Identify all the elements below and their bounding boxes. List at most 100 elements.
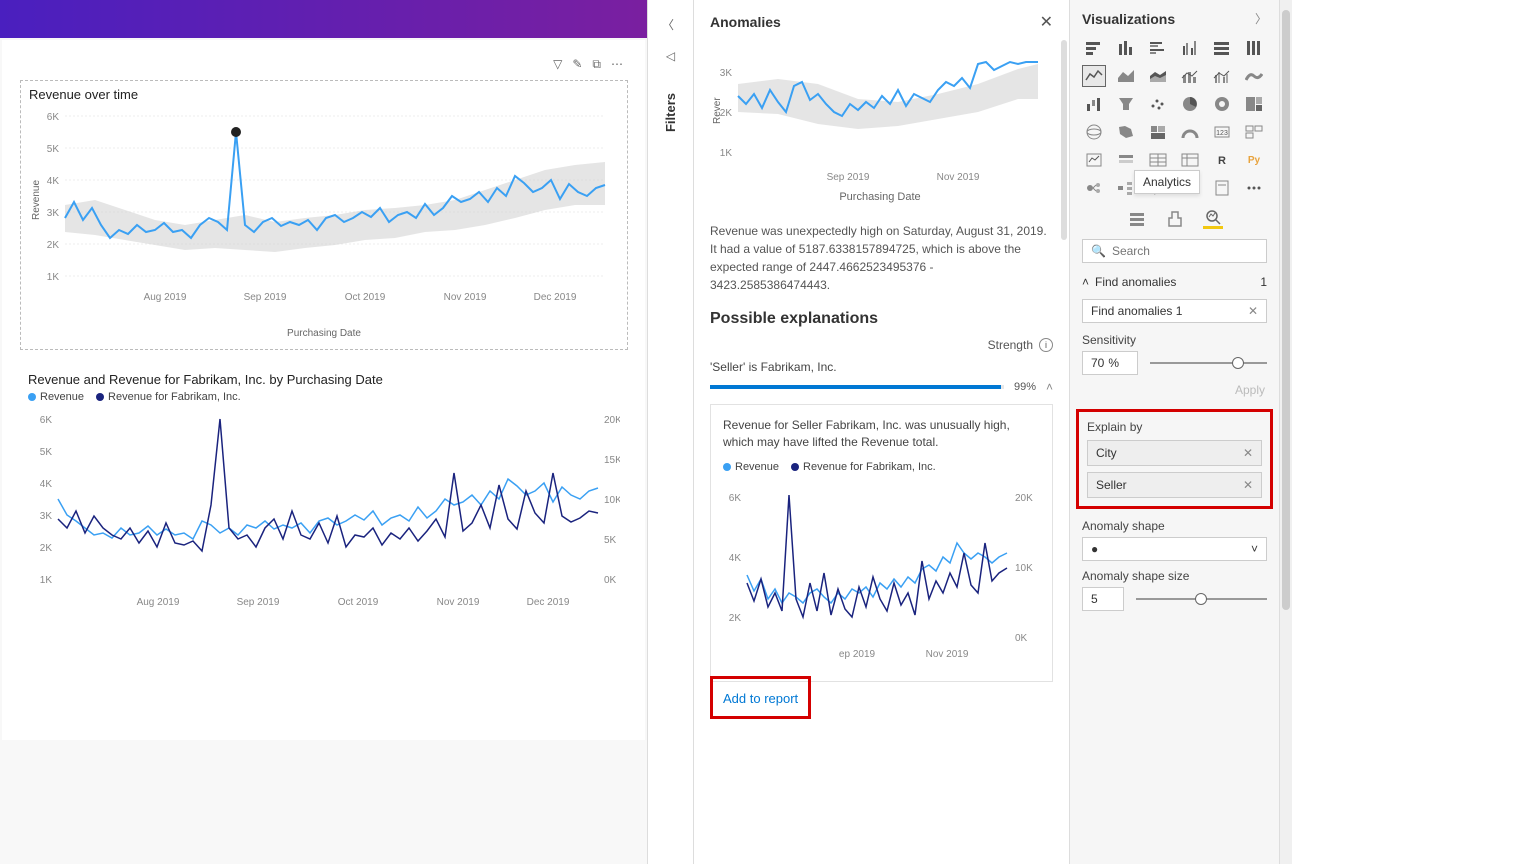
search-box[interactable]: 🔍 (1082, 239, 1267, 263)
visual-revenue-fabrikam[interactable]: Revenue and Revenue for Fabrikam, Inc. b… (20, 364, 628, 644)
fields-tab-icon[interactable] (1127, 209, 1147, 229)
pie-icon[interactable] (1178, 93, 1202, 115)
line-chart-icon[interactable] (1082, 65, 1106, 87)
visualizations-pane: Visualizations 〉 123 R Py (1070, 0, 1280, 864)
info-icon[interactable]: i (1039, 338, 1053, 352)
stacked-column-icon[interactable] (1114, 37, 1138, 59)
r-visual-icon[interactable]: R (1210, 149, 1234, 171)
add-to-report-highlight: Add to report (710, 676, 811, 719)
anomaly-size-input[interactable]: 5 (1082, 587, 1124, 611)
analytics-tab-icon[interactable] (1203, 209, 1223, 229)
svg-text:Sep 2019: Sep 2019 (244, 292, 287, 303)
svg-text:1K: 1K (40, 575, 53, 586)
funnel-icon[interactable] (1114, 93, 1138, 115)
add-to-report-link[interactable]: Add to report (723, 691, 798, 706)
format-tabs (1082, 209, 1267, 229)
more-visuals-icon[interactable] (1242, 177, 1266, 199)
svg-text:4K: 4K (47, 176, 60, 187)
svg-text:Nov 2019: Nov 2019 (444, 292, 487, 303)
visual-revenue-over-time[interactable]: ▽ ✎ ⧉ ⋯ Revenue over time Revenue 6K 5K … (20, 80, 628, 350)
svg-text:4K: 4K (40, 479, 53, 490)
explain-chip-seller[interactable]: Seller ✕ (1087, 472, 1262, 498)
anomaly-card-name[interactable]: Find anomalies 1 ✕ (1082, 299, 1267, 323)
scrollbar-thumb[interactable] (1282, 10, 1290, 610)
remove-icon[interactable]: ✕ (1243, 446, 1253, 460)
filter-icon[interactable]: ▽ (553, 57, 562, 72)
chevron-up-icon[interactable]: ˄ (1046, 380, 1053, 394)
slicer-icon[interactable] (1114, 149, 1138, 171)
report-header-bar (0, 0, 647, 38)
anomaly-size-slider[interactable] (1136, 598, 1267, 600)
gauge-icon[interactable] (1178, 121, 1202, 143)
matrix-icon[interactable] (1178, 149, 1202, 171)
collapse-icon[interactable]: 〈 (662, 16, 679, 33)
card-icon[interactable]: 123 (1210, 121, 1234, 143)
treemap-icon[interactable] (1242, 93, 1266, 115)
stacked-bar-icon[interactable] (1082, 37, 1106, 59)
clustered-column-icon[interactable] (1178, 37, 1202, 59)
anomaly-description: Revenue was unexpectedly high on Saturda… (710, 222, 1053, 294)
line-clustered-icon[interactable] (1210, 65, 1234, 87)
clustered-bar-icon[interactable] (1146, 37, 1170, 59)
chart1-svg: Revenue 6K 5K 4K 3K 2K 1K Aug 2019 (29, 106, 621, 326)
multi-card-icon[interactable] (1242, 121, 1266, 143)
search-input[interactable] (1112, 244, 1267, 258)
svg-text:10K: 10K (604, 495, 620, 506)
report-canvas: ▽ ✎ ⧉ ⋯ Revenue over time Revenue 6K 5K … (0, 0, 648, 864)
filters-pane-collapsed[interactable]: 〈 ◁ Filters (648, 0, 694, 864)
waterfall-icon[interactable] (1082, 93, 1106, 115)
donut-icon[interactable] (1210, 93, 1234, 115)
anomaly-shape-label: Anomaly shape (1082, 519, 1267, 533)
filled-map-icon[interactable] (1114, 121, 1138, 143)
anomaly-shape-dropdown[interactable]: ● ˅ (1082, 537, 1267, 561)
svg-text:20K: 20K (1015, 493, 1033, 504)
sensitivity-slider[interactable] (1150, 362, 1267, 364)
explain-chip-city[interactable]: City ✕ (1087, 440, 1262, 466)
area-chart-icon[interactable] (1114, 65, 1138, 87)
export-icon[interactable]: ⧉ (592, 57, 601, 72)
kpi-icon[interactable] (1082, 149, 1106, 171)
svg-text:6K: 6K (729, 493, 742, 504)
svg-text:Nov 2019: Nov 2019 (926, 649, 969, 660)
chevron-down-icon: ˅ (1251, 542, 1258, 556)
svg-text:2K: 2K (720, 108, 733, 119)
svg-text:ep 2019: ep 2019 (839, 649, 876, 660)
explanation-label: 'Seller' is Fabrikam, Inc. (710, 360, 1053, 374)
card-legend: Revenue Revenue for Fabrikam, Inc. (723, 461, 1040, 473)
shape-map-icon[interactable] (1146, 121, 1170, 143)
table-icon[interactable] (1146, 149, 1170, 171)
stacked-area-icon[interactable] (1146, 65, 1170, 87)
close-icon[interactable]: ✕ (1248, 304, 1258, 318)
explain-by-highlight: Explain by City ✕ Seller ✕ (1076, 409, 1273, 509)
analytics-tooltip: Analytics (1134, 170, 1200, 194)
format-tab-icon[interactable] (1165, 209, 1185, 229)
svg-text:Purchasing Date: Purchasing Date (839, 191, 920, 203)
viz-scrollbar[interactable] (1280, 0, 1292, 864)
close-icon[interactable]: ✕ (1040, 12, 1053, 32)
line-column-icon[interactable] (1178, 65, 1202, 87)
remove-icon[interactable]: ✕ (1243, 478, 1253, 492)
speaker-icon[interactable]: ◁ (663, 49, 679, 63)
more-icon[interactable]: ⋯ (611, 57, 623, 72)
chevron-right-icon[interactable]: 〉 (1255, 10, 1267, 27)
paginated-icon[interactable] (1210, 177, 1234, 199)
ribbon-icon[interactable] (1242, 65, 1266, 87)
map-icon[interactable] (1082, 121, 1106, 143)
svg-text:10K: 10K (1015, 563, 1033, 574)
scatter-icon[interactable] (1146, 93, 1170, 115)
strength-header: Strength i (710, 338, 1053, 352)
anomaly-size-label: Anomaly shape size (1082, 569, 1267, 583)
100-bar-icon[interactable] (1210, 37, 1234, 59)
svg-text:6K: 6K (47, 112, 60, 123)
svg-text:R: R (1218, 155, 1226, 167)
find-anomalies-header[interactable]: ˄ Find anomalies 1 (1082, 275, 1267, 289)
100-column-icon[interactable] (1242, 37, 1266, 59)
scrollbar-thumb[interactable] (1061, 40, 1067, 240)
filters-label: Filters (663, 93, 678, 132)
sensitivity-input[interactable]: 70% (1082, 351, 1138, 375)
focus-icon[interactable]: ✎ (572, 57, 582, 72)
svg-text:Revenue: Revenue (31, 180, 42, 220)
apply-button[interactable]: Apply (1084, 383, 1265, 397)
py-visual-icon[interactable]: Py (1242, 149, 1266, 171)
key-influencers-icon[interactable] (1082, 177, 1106, 199)
